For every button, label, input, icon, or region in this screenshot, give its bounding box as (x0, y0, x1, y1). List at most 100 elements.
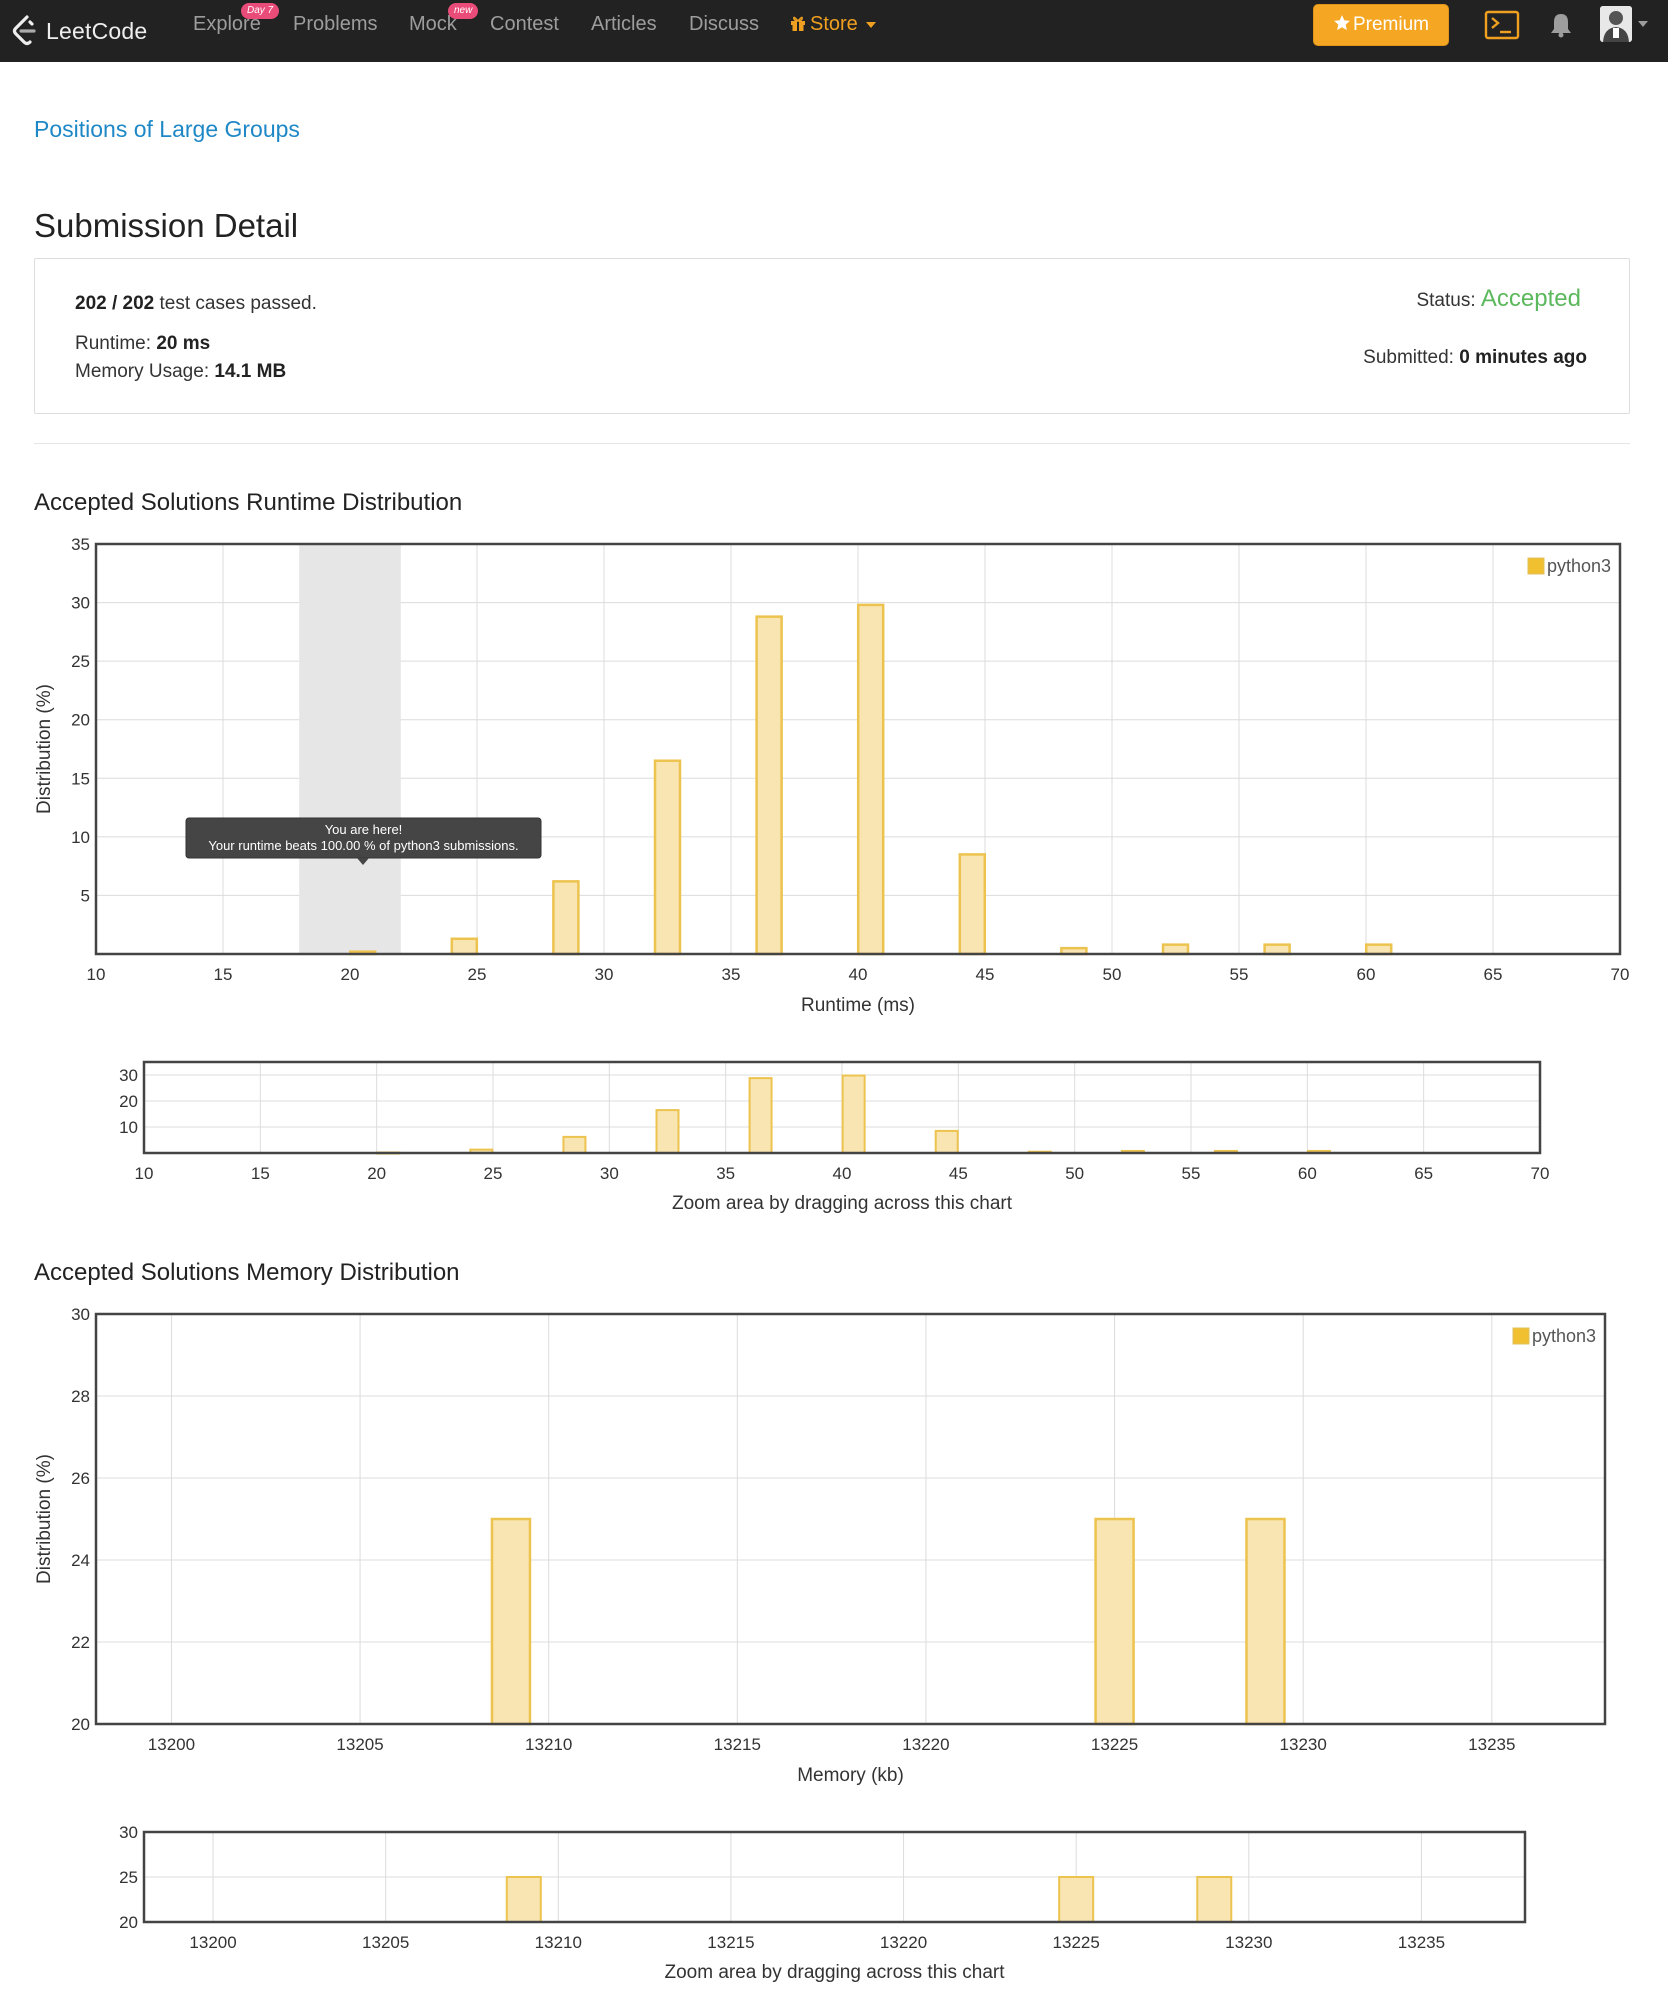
runtime-overview-x-tick-label: 60 (1298, 1164, 1317, 1183)
submitted-value: 0 minutes ago (1459, 347, 1587, 368)
memory-y-tick-label: 28 (71, 1387, 90, 1406)
status-badge[interactable]: Accepted (1481, 285, 1581, 312)
memory-distribution-chart[interactable]: 13200 13205 13210 13215 13220 13225 13230 13235… (0, 1300, 1668, 1989)
runtime-overview-x-tick-label: 70 (1531, 1164, 1550, 1183)
runtime-bar (1161, 943, 1190, 956)
runtime-x-tick-label: 45 (976, 965, 995, 984)
nav-store[interactable]: Store (790, 0, 876, 48)
runtime-x-tick-label: 30 (595, 965, 614, 984)
runtime-bar (856, 603, 885, 956)
runtime-overview-bar (562, 1135, 587, 1155)
runtime-x-tick-label: 55 (1230, 965, 1249, 984)
runtime-tooltip-line1: You are here! (325, 822, 403, 837)
memory-bar (1245, 1517, 1286, 1726)
runtime-bar (552, 880, 580, 956)
memory-chart-area[interactable]: 13200 13205 13210 13215 13220 13225 13230 13235… (0, 1300, 1668, 1989)
runtime-overview-bar (748, 1077, 773, 1154)
leetcode-logo-icon (12, 15, 36, 46)
page-title: Submission Detail (34, 207, 299, 244)
test-cases-line: 202 / 202 test cases passed. (75, 293, 317, 314)
runtime-label: Runtime: (75, 333, 152, 354)
runtime-overview-x-tick-label: 10 (135, 1164, 154, 1183)
memory-bar (490, 1517, 532, 1726)
top-navbar: LeetCode Explore Day 7 Problems Mock new… (0, 0, 1668, 62)
memory-overview-y-tick-label: 30 (119, 1823, 138, 1842)
runtime-tooltip-line2: Your runtime beats 100.00 % of python3 s… (208, 838, 518, 853)
memory-overview-x-tick-label: 13225 (1053, 1933, 1100, 1952)
nav-problems[interactable]: Problems (293, 0, 377, 48)
memory-overview-x-tick-label: 13220 (880, 1933, 927, 1952)
memory-overview-bar (505, 1876, 542, 1923)
runtime-bar (653, 759, 682, 956)
memory-x-tick-label: 13230 (1280, 1735, 1327, 1754)
runtime-x-tick-label: 50 (1103, 965, 1122, 984)
memory-overview-x-tick-label: 13210 (535, 1933, 582, 1952)
runtime-overview-x-tick-label: 55 (1182, 1164, 1201, 1183)
status-label: Status: (1416, 290, 1476, 311)
runtime-overview-x-tick-label: 15 (251, 1164, 270, 1183)
problem-title-link[interactable]: Positions of Large Groups (34, 116, 300, 143)
logo-text: LeetCode (46, 17, 148, 44)
runtime-y-tick-label: 20 (71, 711, 90, 730)
runtime-highlight-band (299, 544, 401, 954)
terminal-icon[interactable] (1482, 7, 1522, 43)
memory-plot-frame (94, 1312, 1607, 1726)
runtime-overview-x-tick-label: 35 (716, 1164, 735, 1183)
avatar-caret-down-icon[interactable] (1636, 14, 1650, 34)
memory-overview-x-tick-label: 13215 (707, 1933, 754, 1952)
total-count: 202 (122, 293, 155, 314)
nav-discuss-label: Discuss (689, 13, 760, 35)
runtime-overview-x-tick-label: 45 (949, 1164, 968, 1183)
memory-y-tick-label: 26 (71, 1469, 90, 1488)
runtime-overview-x-tick-label: 25 (484, 1164, 503, 1183)
memory-legend-swatch (1512, 1327, 1530, 1345)
runtime-x-tick-label: 35 (722, 965, 741, 984)
premium-button[interactable]: Premium (1313, 4, 1449, 46)
runtime-overview-x-tick-label: 50 (1065, 1164, 1084, 1183)
memory-y-tick-label: 30 (71, 1305, 90, 1324)
runtime-legend-swatch (1527, 557, 1545, 575)
runtime-x-tick-label: 25 (468, 965, 487, 984)
runtime-x-tick-label: 60 (1357, 965, 1376, 984)
runtime-overview-y-tick-label: 10 (119, 1118, 138, 1137)
test-cases-text: test cases passed. (159, 293, 317, 314)
nav-store-label: Store (810, 13, 858, 35)
memory-y-tick-label: 24 (71, 1551, 90, 1570)
memory-x-tick-label: 13235 (1468, 1735, 1515, 1754)
runtime-value: 20 ms (156, 333, 211, 354)
runtime-bar (1263, 943, 1291, 956)
avatar[interactable] (1600, 6, 1632, 42)
submission-summary-panel: 202 / 202 test cases passed. Runtime: 20… (34, 258, 1630, 414)
memory-label: Memory Usage: (75, 361, 210, 382)
runtime-y-tick-label: 30 (71, 594, 90, 613)
runtime-overview-bar (934, 1129, 959, 1155)
memory-overview-y-tick-label: 20 (119, 1913, 138, 1932)
memory-overview-bar (1196, 1876, 1233, 1923)
bell-icon[interactable] (1546, 8, 1576, 42)
leetcode-logo[interactable]: LeetCode (10, 9, 147, 53)
chevron-down-icon (865, 21, 876, 28)
runtime-y-axis-label: Distribution (%) (34, 684, 55, 814)
star-icon (1334, 15, 1350, 31)
runtime-y-tick-label: 5 (81, 886, 90, 905)
runtime-bar (958, 853, 987, 956)
memory-legend-label: python3 (1532, 1326, 1596, 1346)
runtime-chart-title: Accepted Solutions Runtime Distribution (34, 489, 463, 516)
submitted-line: Submitted: 0 minutes ago (1363, 347, 1587, 369)
runtime-bar (450, 937, 479, 956)
runtime-chart-area[interactable]: 10 15 20 25 30 35 40 45 50 55 60 65 70 5 10 15 20 25 30 35 R… (0, 530, 1668, 1220)
memory-line: Memory Usage: 14.1 MB (75, 361, 286, 383)
nav-discuss[interactable]: Discuss (689, 0, 759, 48)
memory-y-tick-label: 20 (71, 1715, 90, 1734)
runtime-distribution-chart[interactable]: 10 15 20 25 30 35 40 45 50 55 60 65 70 5 10 15 20 25 30 35 R… (0, 530, 1668, 1220)
memory-x-axis-label: Memory (kb) (797, 1765, 904, 1786)
runtime-x-tick-label: 40 (849, 965, 868, 984)
memory-x-tick-label: 13220 (902, 1735, 949, 1754)
nav-articles[interactable]: Articles (591, 0, 657, 48)
nav-articles-label: Articles (591, 13, 657, 35)
runtime-line: Runtime: 20 ms (75, 333, 210, 355)
nav-contest[interactable]: Contest (490, 0, 559, 48)
memory-x-tick-label: 13205 (336, 1735, 383, 1754)
memory-x-tick-label: 13210 (525, 1735, 572, 1754)
memory-x-tick-label: 13225 (1091, 1735, 1138, 1754)
